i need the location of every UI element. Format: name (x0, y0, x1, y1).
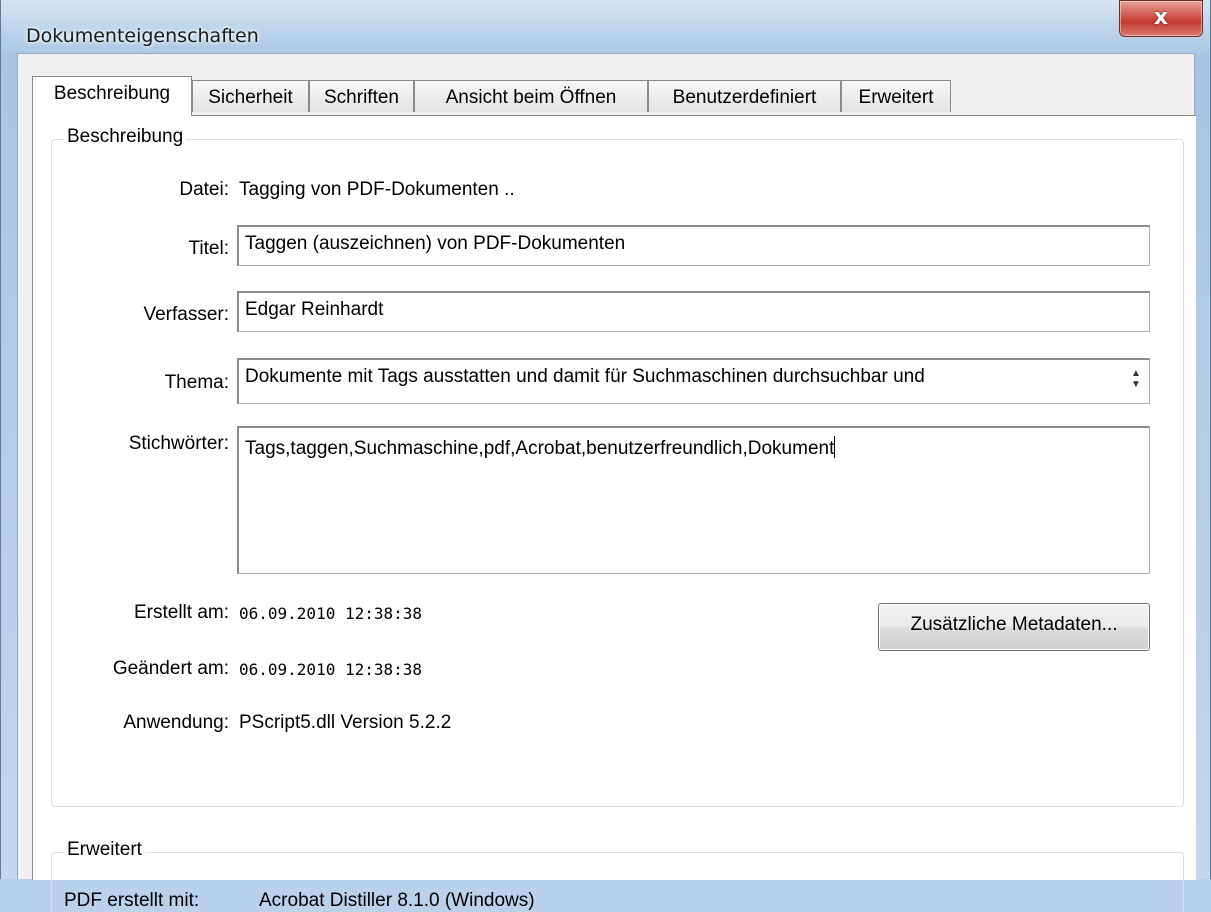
keywords-text: Tags,taggen,Suchmaschine,pdf,Acrobat,ben… (245, 438, 835, 459)
author-field[interactable]: Edgar Reinhardt (237, 291, 1150, 332)
description-groupbox: Beschreibung Datei: Tagging von PDF-Doku… (51, 126, 1184, 807)
application-label: Anwendung: (123, 712, 229, 733)
title-bar[interactable]: Dokumenteigenschaften x (1, 0, 1210, 52)
close-icon: x (1153, 5, 1169, 30)
advanced-groupbox: Erweitert PDF erstellt mit: Acrobat Dist… (51, 839, 1184, 912)
title-field[interactable]: Taggen (auszeichnen) von PDF-Dokumenten (237, 225, 1150, 266)
created-value: 06.09.2010 12:38:38 (239, 604, 423, 623)
scroll-down-icon[interactable]: ▼ (1129, 379, 1143, 390)
tab-ansicht-beim-oeffnen[interactable]: Ansicht beim Öffnen (414, 80, 648, 112)
description-group-legend: Beschreibung (64, 126, 187, 148)
properties-dialog: Dokumenteigenschaften x Beschreibung Sic… (0, 0, 1211, 912)
tab-sicherheit[interactable]: Sicherheit (192, 80, 309, 112)
dialog-title: Dokumenteigenschaften (26, 25, 259, 47)
additional-metadata-button[interactable]: Zusätzliche Metadaten... (878, 603, 1150, 651)
subject-scroll-arrows[interactable]: ▲ ▼ (1129, 368, 1143, 390)
advanced-group-legend: Erweitert (64, 839, 145, 861)
close-button[interactable]: x (1119, 0, 1203, 37)
tab-erweitert[interactable]: Erweitert (841, 80, 951, 112)
dialog-client-area: Beschreibung Sicherheit Schriften Ansich… (17, 53, 1196, 912)
scroll-up-icon[interactable]: ▲ (1129, 368, 1143, 379)
file-label: Datei: (179, 179, 229, 200)
modified-value: 06.09.2010 12:38:38 (239, 660, 423, 679)
tab-panel-beschreibung: Beschreibung Datei: Tagging von PDF-Doku… (32, 115, 1196, 912)
title-label: Titel: (188, 238, 229, 259)
author-label: Verfasser: (143, 304, 229, 325)
file-value: Tagging von PDF-Dokumenten .. (239, 179, 515, 200)
application-value: PScript5.dll Version 5.2.2 (239, 712, 452, 733)
tab-schriften[interactable]: Schriften (309, 80, 414, 112)
text-cursor (834, 436, 836, 458)
keywords-label: Stichwörter: (128, 433, 229, 454)
subject-text: Dokumente mit Tags ausstatten und damit … (245, 366, 925, 387)
tab-strip: Beschreibung Sicherheit Schriften Ansich… (18, 54, 1194, 116)
tab-beschreibung[interactable]: Beschreibung (32, 76, 192, 116)
pdf-producer-label: PDF erstellt mit: (64, 890, 200, 911)
created-label: Erstellt am: (133, 602, 229, 623)
keywords-field[interactable]: Tags,taggen,Suchmaschine,pdf,Acrobat,ben… (237, 426, 1150, 574)
pdf-producer-value: Acrobat Distiller 8.1.0 (Windows) (259, 890, 535, 911)
tab-benutzerdefiniert[interactable]: Benutzerdefiniert (648, 80, 841, 112)
modified-label: Geändert am: (112, 658, 229, 679)
subject-label: Thema: (164, 372, 229, 393)
subject-field[interactable]: Dokumente mit Tags ausstatten und damit … (237, 358, 1150, 404)
